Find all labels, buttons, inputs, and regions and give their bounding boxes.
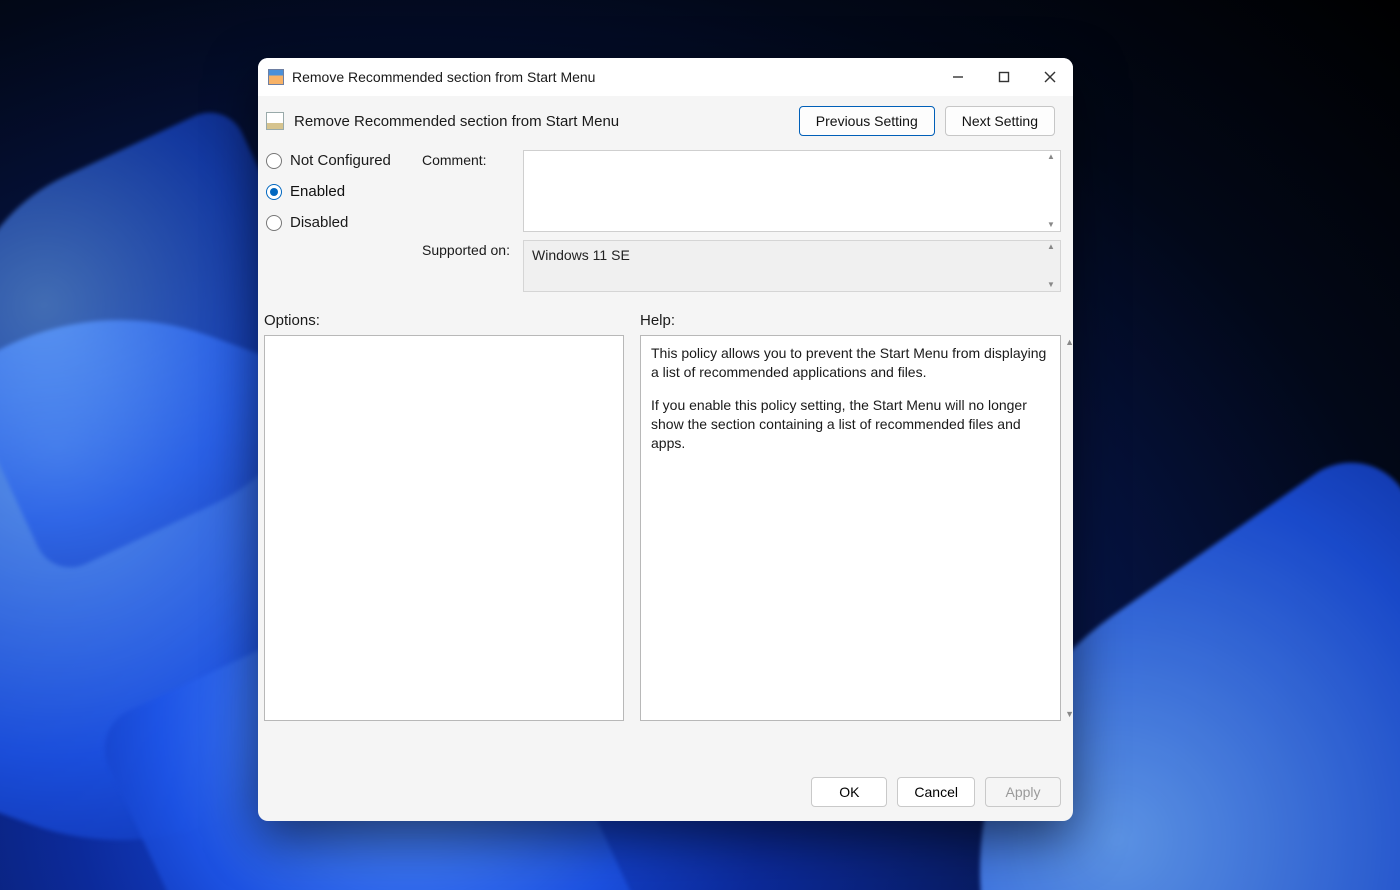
scroll-down-icon[interactable]: ▼ bbox=[1044, 281, 1058, 289]
maximize-button[interactable] bbox=[981, 58, 1027, 96]
radio-icon bbox=[266, 215, 282, 231]
help-label: Help: bbox=[640, 312, 1061, 329]
radio-label: Not Configured bbox=[290, 152, 391, 169]
scroll-up-icon[interactable]: ▲ bbox=[1065, 337, 1074, 347]
scroll-up-icon[interactable]: ▲ bbox=[1044, 243, 1058, 251]
radio-label: Enabled bbox=[290, 183, 345, 200]
supported-on-field: Windows 11 SE ▲ ▼ bbox=[523, 240, 1061, 292]
cancel-button[interactable]: Cancel bbox=[897, 777, 975, 807]
supported-on-value: Windows 11 SE bbox=[532, 247, 630, 263]
apply-button[interactable]: Apply bbox=[985, 777, 1061, 807]
titlebar[interactable]: Remove Recommended section from Start Me… bbox=[258, 58, 1073, 96]
scroll-up-icon[interactable]: ▲ bbox=[1044, 153, 1058, 161]
minimize-button[interactable] bbox=[935, 58, 981, 96]
options-panel[interactable] bbox=[264, 335, 624, 721]
help-panel[interactable]: This policy allows you to prevent the St… bbox=[640, 335, 1061, 721]
policy-dialog-window: Remove Recommended section from Start Me… bbox=[258, 58, 1073, 821]
radio-not-configured[interactable]: Not Configured bbox=[266, 152, 416, 169]
options-label: Options: bbox=[264, 312, 624, 329]
dialog-footer: OK Cancel Apply bbox=[258, 769, 1073, 821]
comment-label: Comment: bbox=[422, 150, 517, 168]
radio-icon bbox=[266, 184, 282, 200]
policy-setting-icon bbox=[266, 112, 284, 130]
radio-enabled[interactable]: Enabled bbox=[266, 183, 416, 200]
radio-icon bbox=[266, 153, 282, 169]
supported-on-label: Supported on: bbox=[422, 232, 517, 258]
next-setting-button[interactable]: Next Setting bbox=[945, 106, 1055, 136]
window-title: Remove Recommended section from Start Me… bbox=[292, 69, 595, 85]
ok-button[interactable]: OK bbox=[811, 777, 887, 807]
scroll-down-icon[interactable]: ▼ bbox=[1044, 221, 1058, 229]
scroll-down-icon[interactable]: ▼ bbox=[1065, 709, 1074, 719]
close-button[interactable] bbox=[1027, 58, 1073, 96]
previous-setting-button[interactable]: Previous Setting bbox=[799, 106, 935, 136]
state-radio-group: Not Configured Enabled Disabled bbox=[266, 150, 416, 231]
setting-title: Remove Recommended section from Start Me… bbox=[294, 113, 619, 130]
setting-header: Remove Recommended section from Start Me… bbox=[258, 96, 1073, 146]
radio-disabled[interactable]: Disabled bbox=[266, 214, 416, 231]
comment-textarea[interactable]: ▲ ▼ bbox=[523, 150, 1061, 232]
policy-window-icon bbox=[268, 69, 284, 85]
radio-label: Disabled bbox=[290, 214, 348, 231]
help-text: This policy allows you to prevent the St… bbox=[651, 344, 1050, 382]
help-text: If you enable this policy setting, the S… bbox=[651, 396, 1050, 453]
